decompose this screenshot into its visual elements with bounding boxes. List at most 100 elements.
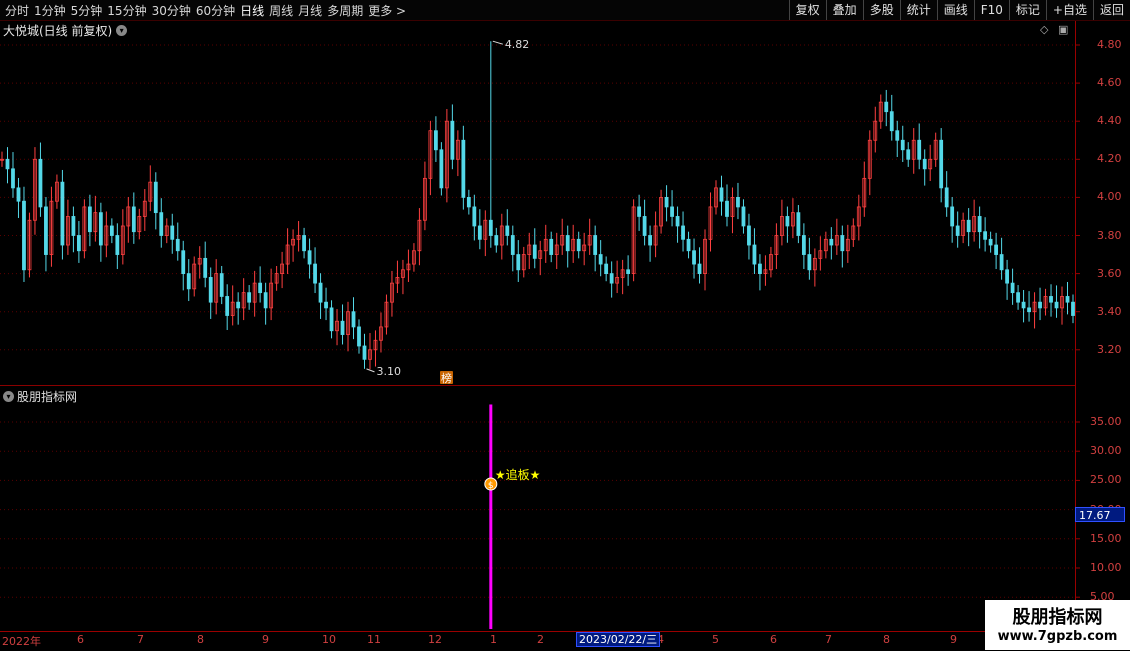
candle-body <box>917 139 922 160</box>
indicator-tick-label: 15.00 <box>1090 531 1122 545</box>
date-tick-label: 6 <box>770 633 777 646</box>
signal-bar <box>489 404 493 629</box>
candle-body <box>472 206 477 227</box>
candle-body <box>955 225 960 236</box>
candle-body <box>604 263 609 275</box>
candle-body <box>225 296 230 316</box>
date-tick-label: 5 <box>712 633 719 646</box>
watermark-title: 股朋指标网 <box>1012 607 1103 628</box>
candle-body <box>247 292 252 303</box>
date-tick-label: 7 <box>137 633 144 646</box>
candle-body <box>670 206 674 217</box>
date-tick-label: 9 <box>262 633 269 646</box>
candle-body <box>900 139 905 151</box>
candle-body <box>840 235 845 252</box>
date-tick-label: 1 <box>490 633 497 646</box>
candle-body <box>725 200 729 217</box>
date-tick-label: 6 <box>77 633 84 646</box>
watermark-url: www.7gpzb.com <box>997 629 1118 644</box>
candle-body <box>181 250 186 275</box>
candle-body <box>785 216 790 227</box>
candle-body <box>747 225 751 246</box>
candle-body <box>598 254 603 265</box>
price-tick-label: 3.40 <box>1097 304 1122 318</box>
candle-body <box>752 244 757 265</box>
candle-body <box>994 244 999 255</box>
candle-body <box>263 292 268 309</box>
candle-body <box>324 301 328 309</box>
candle-body <box>450 120 455 160</box>
candle-body <box>22 200 26 271</box>
candle-body <box>433 130 438 151</box>
candle-body <box>922 158 927 170</box>
low-price-label: 3.10 <box>376 365 401 378</box>
indicator-tick-label: 30.00 <box>1090 444 1122 458</box>
candle-body <box>1027 307 1031 313</box>
candle-body <box>175 238 180 252</box>
candle-body <box>60 181 65 246</box>
kline-chart[interactable]: 4.82 3.10 榜 $★追板★ <box>0 0 1130 650</box>
candle-body <box>944 187 949 208</box>
candle-body <box>1071 301 1075 316</box>
date-tick-label: 8 <box>883 633 890 646</box>
candle-body <box>626 269 631 275</box>
candle-body <box>494 235 499 246</box>
candle-body <box>681 225 685 240</box>
low-marker-line <box>366 368 375 373</box>
price-tick-label: 4.80 <box>1097 38 1122 51</box>
price-tick-label: 3.80 <box>1097 228 1122 242</box>
candle-body <box>71 216 76 236</box>
date-tick-label: 12 <box>428 633 442 646</box>
candle-body <box>741 206 746 227</box>
candle-body <box>329 307 334 332</box>
candle-body <box>807 254 812 271</box>
candle-body <box>98 212 103 246</box>
candle-body <box>895 130 900 141</box>
candle-body <box>988 238 993 246</box>
date-tick-label: 2 <box>537 633 544 646</box>
candle-body <box>796 212 801 236</box>
candle-body <box>16 187 21 202</box>
candle-body <box>736 196 740 208</box>
date-tick-label: 7 <box>825 633 832 646</box>
date-tick-label: 9 <box>950 633 957 646</box>
candle-body <box>884 101 889 113</box>
candle-body <box>236 301 241 309</box>
candle-body <box>302 235 306 252</box>
candle-body <box>477 225 482 240</box>
candle-body <box>488 219 493 236</box>
candle-body <box>576 238 581 252</box>
candle-body <box>999 254 1004 271</box>
price-tick-label: 4.00 <box>1097 190 1122 204</box>
price-tick-label: 4.60 <box>1097 76 1122 90</box>
candle-body <box>1010 282 1015 294</box>
candle-body <box>5 158 10 170</box>
candle-body <box>466 196 471 208</box>
candle-body <box>258 282 263 294</box>
candle-body <box>38 158 43 208</box>
high-marker-line <box>492 40 503 45</box>
candle-body <box>357 326 361 347</box>
candle-body <box>829 238 834 246</box>
candle-body <box>648 235 652 246</box>
indicator-tick-label: 10.00 <box>1090 561 1122 574</box>
candle-body <box>11 168 15 189</box>
high-price-label: 4.82 <box>505 38 530 51</box>
candle-body <box>131 206 136 233</box>
candle-body <box>208 277 213 303</box>
candle-body <box>170 225 175 240</box>
price-tick-label: 4.40 <box>1097 114 1122 128</box>
candle-body <box>351 311 356 328</box>
watermark: 股朋指标网 www.7gpzb.com <box>985 600 1130 650</box>
candle-body <box>1049 296 1053 303</box>
candle-body <box>532 244 537 259</box>
date-tick-label: 8 <box>197 633 204 646</box>
candle-body <box>318 282 323 303</box>
indicator-current-value: 17.67 <box>1075 507 1125 522</box>
candle-body <box>801 235 806 255</box>
candle-body <box>186 273 191 290</box>
money-bag-glyph: $ <box>488 481 494 491</box>
candle-body <box>664 196 669 208</box>
candle-body <box>219 273 224 297</box>
candle-body <box>510 235 515 255</box>
